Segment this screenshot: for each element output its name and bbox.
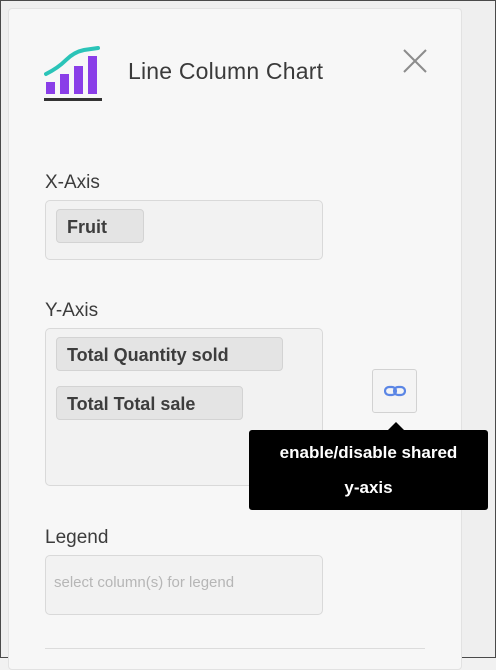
x-axis-chip-fruit[interactable]: Fruit — [56, 209, 144, 243]
section-divider — [45, 648, 425, 649]
tooltip-line-1: enable/disable shared — [279, 443, 458, 462]
y-axis-label: Y-Axis — [45, 300, 99, 321]
x-axis-label: X-Axis — [45, 172, 100, 193]
link-icon — [384, 385, 406, 397]
close-icon[interactable] — [402, 48, 428, 74]
tooltip-line-2: y-axis — [344, 478, 393, 497]
y-axis-chip-total-sale[interactable]: Total Total sale — [56, 386, 243, 420]
line-column-chart-icon — [44, 46, 102, 101]
legend-drop-zone[interactable]: select column(s) for legend — [45, 555, 323, 615]
y-axis-chip-quantity-sold[interactable]: Total Quantity sold — [56, 337, 283, 371]
legend-label: Legend — [45, 527, 109, 548]
panel-title: Line Column Chart — [128, 58, 324, 84]
shared-y-axis-toggle-button[interactable] — [372, 369, 417, 413]
legend-placeholder: select column(s) for legend — [54, 574, 235, 591]
shared-y-axis-tooltip: enable/disable shared y-axis — [249, 430, 488, 510]
x-axis-drop-zone[interactable]: Fruit — [45, 200, 323, 260]
